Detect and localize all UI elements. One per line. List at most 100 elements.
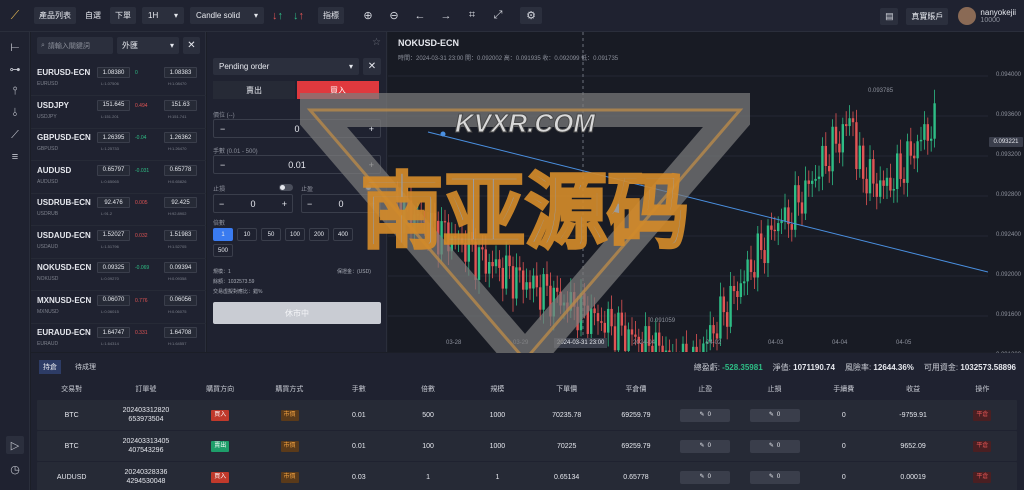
minus-icon[interactable]: − xyxy=(219,199,224,209)
watchlist-row[interactable]: MXNUSD-ECN MXNUSD 0.776 0.06070 0.06056 L:0.0… xyxy=(31,292,206,324)
minus-icon[interactable]: − xyxy=(307,199,312,209)
leverage-option[interactable]: 50 xyxy=(261,228,281,241)
watchlist-row[interactable]: USDRUB-ECN USDRUB 0.005 92.476 92.425 L:91.2 H… xyxy=(31,194,206,226)
product-list-button[interactable]: 產品列表 xyxy=(34,7,76,24)
close-position-button[interactable]: 平倉 xyxy=(973,471,992,483)
place-order-button[interactable]: 下單 xyxy=(110,7,136,24)
sell-tab[interactable]: 賣出 xyxy=(213,81,295,99)
horizontal-line-icon[interactable]: ⊢ xyxy=(0,36,30,58)
self-select-button[interactable]: 自選 xyxy=(80,7,106,24)
trend-line-icon[interactable]: ⟋ xyxy=(0,124,30,146)
change-value: -0.069 xyxy=(135,265,150,271)
fullscreen-icon[interactable]: ⤢ xyxy=(488,7,508,24)
candle-body xyxy=(566,302,569,311)
candle-body xyxy=(484,249,487,274)
direction-badge: 賣出 xyxy=(211,440,230,452)
candle-body xyxy=(477,247,481,280)
tp-edit-button[interactable]: ✎ 0 xyxy=(680,470,731,484)
favorite-star-icon[interactable]: ☆ xyxy=(372,37,381,48)
tp-edit-button[interactable]: ✎ 0 xyxy=(680,408,731,422)
symbol-name: USDAUD-ECN xyxy=(37,230,91,240)
sl-value: 0 xyxy=(776,411,781,418)
price-chart[interactable]: ☆ NOKUSD-ECN 時間：2024-03-31 23:00 開：0.092… xyxy=(372,32,1024,358)
plus-icon[interactable]: + xyxy=(282,199,287,209)
chart-type-select[interactable]: Candle solid ▾ xyxy=(190,7,264,24)
arrow-left-icon[interactable]: ← xyxy=(410,7,430,24)
play-icon[interactable]: ▷ xyxy=(6,436,24,454)
clock-icon[interactable]: ◷ xyxy=(0,458,30,480)
wallet-icon[interactable]: ▤ xyxy=(880,7,899,25)
timeframe-select[interactable]: 1H ▾ xyxy=(142,7,184,24)
horizontal-ray-icon[interactable]: ⊶ xyxy=(0,58,30,80)
crop-icon[interactable]: ⌗ xyxy=(462,7,482,24)
watchlist-row[interactable]: GBPUSD-ECN GBPUSD -0.04 1.26395 1.26362 L:1.2… xyxy=(31,129,206,161)
column-header: 下單價 xyxy=(556,385,578,393)
order-type-select[interactable]: Pending order ▾ xyxy=(213,58,359,75)
close-position-button[interactable]: 平倉 xyxy=(973,409,992,421)
leverage-option[interactable]: 1 xyxy=(213,228,233,241)
sell-buy-arrows[interactable]: ↓ ↑ ↓ ↑ xyxy=(272,10,304,22)
candle-body xyxy=(831,126,834,172)
user-info: nanyokejii 10000 xyxy=(980,8,1016,24)
watchlist-row[interactable]: USDAUD-ECN USDAUD 0.032 1.52027 1.51983 L:1.5… xyxy=(31,227,206,259)
search-input[interactable]: ⌕ 請輸入關鍵詞 xyxy=(37,37,113,54)
sl-edit-button[interactable]: ✎ 0 xyxy=(749,439,800,453)
close-order-icon[interactable]: ✕ xyxy=(363,58,381,75)
tp-edit-button[interactable]: ✎ 0 xyxy=(680,439,731,453)
candle-body xyxy=(882,180,885,186)
ask-price: 1.08383 xyxy=(164,67,197,78)
indicators-button[interactable]: 指標 xyxy=(318,7,344,24)
leverage-option[interactable]: 400 xyxy=(333,228,353,241)
close-position-button[interactable]: 平倉 xyxy=(973,440,992,452)
pencil-icon: ✎ xyxy=(768,473,774,480)
plus-icon[interactable]: + xyxy=(369,160,374,170)
candle-body xyxy=(518,267,521,271)
take-profit-stepper[interactable]: − 0 + xyxy=(301,194,381,213)
leverage-option[interactable]: 200 xyxy=(309,228,329,241)
cell-open-price: 70225 xyxy=(556,442,577,450)
plus-icon[interactable]: + xyxy=(369,124,374,134)
leverage-option[interactable]: 100 xyxy=(285,228,305,241)
watchlist-row[interactable]: NOKUSD-ECN NOKUSD -0.069 0.09325 0.09394 L:0.… xyxy=(31,259,206,291)
leverage-option[interactable]: 500 xyxy=(213,244,233,257)
parallel-lines-icon[interactable]: ≡ xyxy=(0,146,30,168)
submit-order-button[interactable]: 休市中 xyxy=(213,302,381,324)
watchlist-row[interactable]: EURAUD-ECN EURAUD 0.331 1.64747 1.64708 L:1.6… xyxy=(31,324,206,356)
close-icon[interactable]: ✕ xyxy=(183,37,200,54)
table-row: BTC 202403313405 407543296 賣出 市價 0.01 100 1000… xyxy=(37,431,1017,461)
price-stepper[interactable]: − 0 + xyxy=(213,119,381,138)
avatar[interactable] xyxy=(958,7,977,25)
tab-positions[interactable]: 持倉 xyxy=(39,360,61,374)
candle-body xyxy=(454,235,457,239)
settings-gear-icon[interactable]: ⚙ xyxy=(520,7,542,24)
watchlist-row[interactable]: EURUSD-ECN EURUSD 0 1.08380 1.08383 L:1.07506… xyxy=(31,64,206,96)
watchlist-row[interactable]: USDJPY USDJPY 0.494 151.645 151.63 L:151.201 H… xyxy=(31,97,206,129)
stop-loss-toggle[interactable] xyxy=(279,184,293,191)
zoom-out-icon[interactable]: ⊖ xyxy=(384,7,404,24)
sl-edit-button[interactable]: ✎ 0 xyxy=(749,470,800,484)
take-profit-toggle[interactable] xyxy=(365,184,379,191)
vertical-segment-icon[interactable]: ⫰ xyxy=(0,102,30,124)
stop-loss-stepper[interactable]: − 0 + xyxy=(213,194,293,213)
arrow-right-icon[interactable]: → xyxy=(436,7,456,24)
low-price: L:91.2 xyxy=(101,211,113,216)
zoom-in-icon[interactable]: ⊕ xyxy=(358,7,378,24)
minus-icon[interactable]: − xyxy=(220,160,225,170)
vertical-line-icon[interactable]: ⫯ xyxy=(0,80,30,102)
sl-edit-button[interactable]: ✎ 0 xyxy=(749,408,800,422)
minus-icon[interactable]: − xyxy=(220,124,225,134)
category-select[interactable]: 外匯 ▾ xyxy=(117,37,179,54)
candle-body xyxy=(498,259,501,268)
watchlist-row[interactable]: AUDUSD AUDUSD -0.031 0.65797 0.65778 L:0.6506… xyxy=(31,162,206,194)
buy-tab[interactable]: 買入 xyxy=(297,81,379,99)
lots-stepper[interactable]: − 0.01 + xyxy=(213,155,381,174)
bid-price: 1.52027 xyxy=(97,229,130,241)
tab-pending[interactable]: 待成理 xyxy=(71,360,100,374)
candle-body xyxy=(865,178,868,194)
candle-body xyxy=(896,153,899,190)
candle-body xyxy=(471,232,474,242)
account-mode-button[interactable]: 真實賬戶 xyxy=(906,7,949,25)
leverage-option[interactable]: 10 xyxy=(237,228,257,241)
plus-icon[interactable]: + xyxy=(370,199,375,209)
stop-loss-label: 止損 xyxy=(213,187,226,193)
